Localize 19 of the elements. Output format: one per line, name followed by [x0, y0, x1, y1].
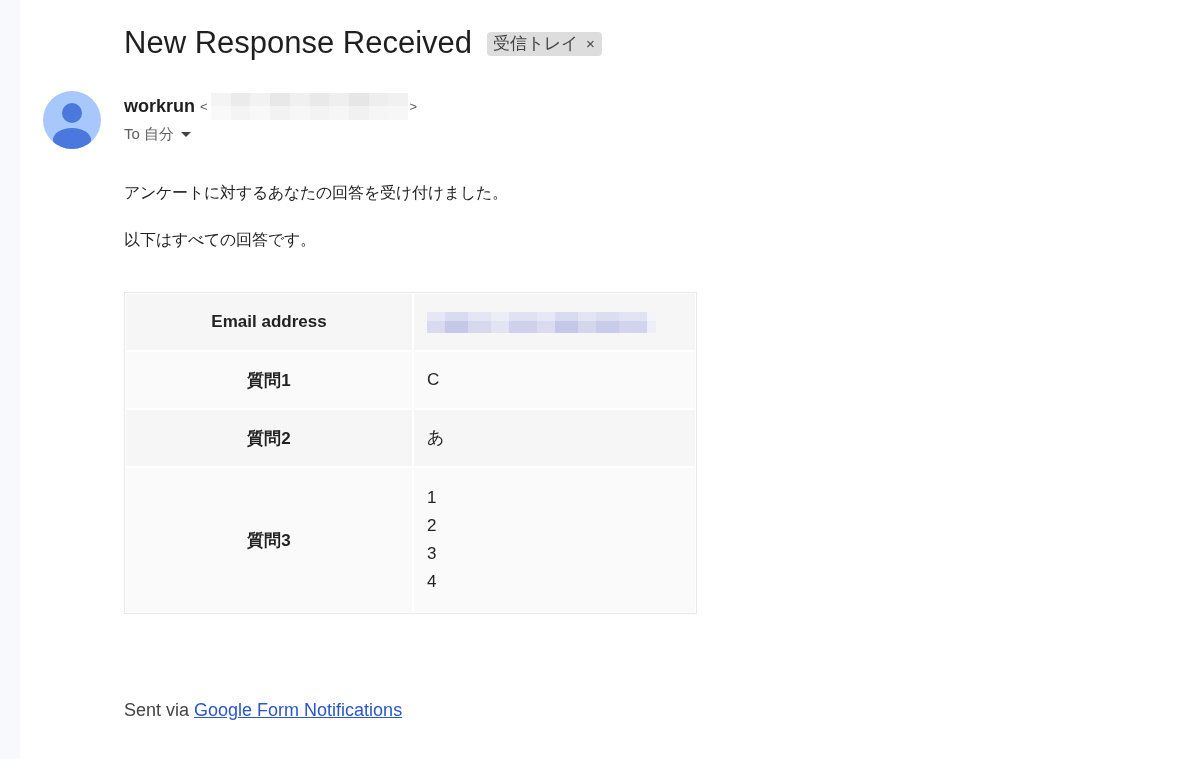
label-name: 受信トレイ	[493, 33, 579, 55]
answer-text: 4	[427, 571, 438, 593]
notifications-link[interactable]: Google Form Notifications	[194, 700, 403, 720]
answer-text: あ	[427, 427, 445, 449]
answer-text: 3	[427, 543, 438, 565]
person-avatar-icon	[43, 91, 101, 149]
remove-label-button[interactable]: ×	[584, 35, 597, 53]
angle-bracket: <	[200, 98, 208, 114]
message-text: アンケートに対するあなたの回答を受け付けました。	[124, 183, 508, 203]
angle-bracket: >	[409, 98, 418, 114]
sender-name: workrun	[124, 95, 195, 117]
answer-text: 1	[427, 487, 438, 509]
answer-text: 2	[427, 515, 438, 537]
email-subject: New Response Received	[124, 24, 473, 62]
footer-text: Sent via Google Form Notifications	[124, 699, 403, 722]
answer-text: C	[427, 369, 441, 391]
recipient-text: To 自分	[124, 124, 174, 144]
message-text: 以下はすべての回答です。	[124, 230, 316, 250]
caret-down-icon	[181, 131, 191, 137]
